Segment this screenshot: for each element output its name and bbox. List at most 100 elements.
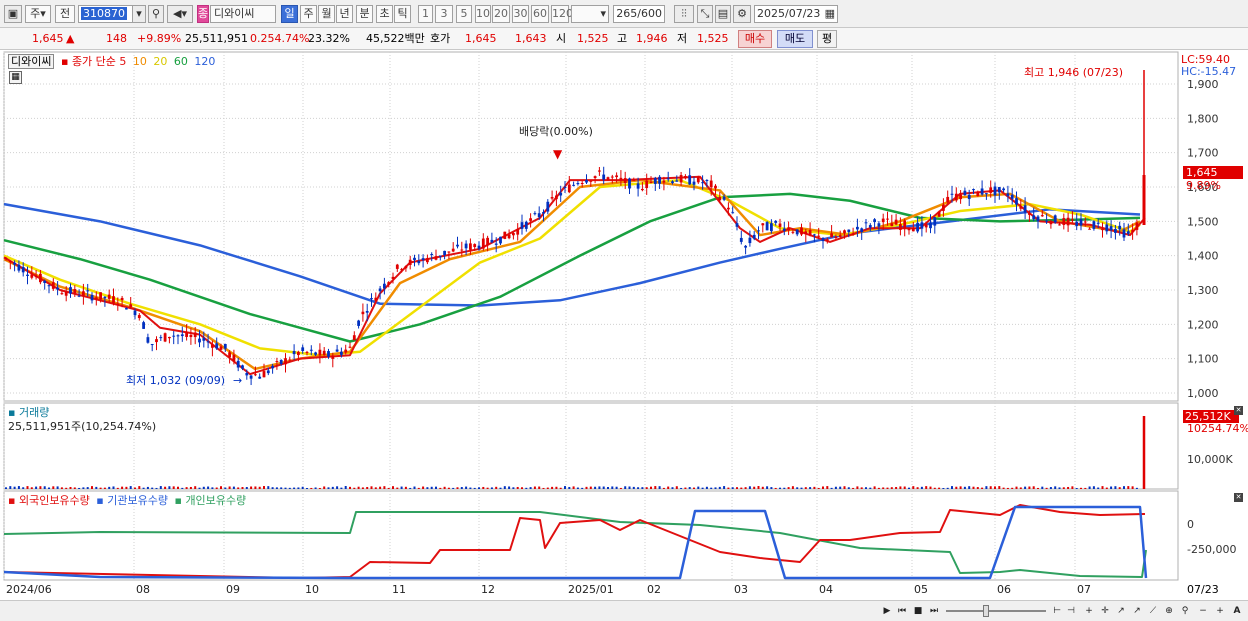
volume-bar bbox=[697, 486, 700, 489]
interval-button[interactable]: 5 bbox=[456, 5, 472, 23]
interval-button[interactable]: 30 bbox=[512, 5, 529, 23]
volume-close-icon[interactable]: ✕ bbox=[1234, 406, 1243, 415]
volume-bar bbox=[645, 487, 648, 489]
candle-body bbox=[967, 194, 971, 200]
zoom-in-icon[interactable]: ⊕ bbox=[1162, 604, 1176, 618]
candle-body bbox=[911, 227, 915, 232]
candle-body bbox=[469, 243, 472, 250]
crosshair-icon[interactable]: ✛ bbox=[1098, 604, 1112, 618]
stock-tag[interactable]: 디와이씨 bbox=[8, 54, 55, 69]
interval-button[interactable]: 120 bbox=[551, 5, 573, 23]
volume-bar bbox=[581, 487, 584, 489]
candle-body bbox=[533, 213, 537, 215]
volume-bar bbox=[822, 486, 824, 489]
candle-body bbox=[331, 355, 335, 359]
market-select[interactable]: 주▾ bbox=[25, 5, 51, 23]
low-price: 1,525 bbox=[697, 32, 729, 45]
last-price-tag: 1,645 bbox=[1186, 166, 1218, 179]
period-button[interactable]: 초 bbox=[376, 5, 393, 23]
candle-body bbox=[860, 228, 864, 233]
zoom-handle-end-icon[interactable]: ⊣ bbox=[1064, 604, 1078, 618]
zoom-slider-track[interactable] bbox=[946, 610, 1046, 612]
volume-bar bbox=[594, 486, 597, 489]
gear-icon[interactable]: ⚙ bbox=[733, 5, 751, 23]
minus-icon[interactable]: − bbox=[1196, 604, 1210, 618]
interval-custom-select[interactable]: ▾ bbox=[571, 5, 609, 23]
period-button[interactable]: 월 bbox=[318, 5, 335, 23]
ma60-label[interactable]: 60 bbox=[174, 55, 188, 68]
ma20-label[interactable]: 20 bbox=[153, 55, 167, 68]
volume-bar bbox=[791, 486, 794, 489]
line-tool-icon[interactable]: ↗ bbox=[1114, 604, 1128, 618]
candle-body bbox=[632, 179, 636, 181]
candle-type-icon[interactable]: ⫶⫶ bbox=[674, 5, 694, 23]
sell-button[interactable]: 매도 bbox=[777, 30, 813, 48]
volume-bar bbox=[555, 486, 558, 489]
average-button[interactable]: 평 bbox=[817, 30, 837, 48]
holding-close-icon[interactable]: ✕ bbox=[1234, 493, 1243, 502]
interval-button[interactable]: 60 bbox=[531, 5, 549, 23]
plus-icon[interactable]: + bbox=[1213, 604, 1227, 618]
ma5-label[interactable]: 5 bbox=[119, 55, 126, 68]
interval-button[interactable]: 10 bbox=[475, 5, 491, 23]
candle-body bbox=[34, 275, 38, 278]
candle-body bbox=[757, 230, 760, 232]
buy-button[interactable]: 매수 bbox=[738, 30, 772, 48]
calendar-icon[interactable]: ▦ bbox=[825, 6, 835, 22]
candle-body bbox=[129, 304, 133, 308]
save-icon[interactable]: ▤ bbox=[715, 5, 731, 23]
interval-button[interactable]: 3 bbox=[435, 5, 453, 23]
volume-bar bbox=[680, 487, 683, 489]
candle-body bbox=[176, 335, 180, 337]
interval-button[interactable]: 1 bbox=[418, 5, 433, 23]
line-tool-2-icon[interactable]: ↗ bbox=[1130, 604, 1144, 618]
fast-forward-icon[interactable]: ⏭ bbox=[927, 604, 941, 618]
period-button[interactable]: 틱 bbox=[394, 5, 411, 23]
volume-bar bbox=[1071, 486, 1074, 489]
candle-body bbox=[602, 174, 606, 180]
prev-button[interactable]: 전 bbox=[55, 5, 75, 23]
volume-bar bbox=[1041, 486, 1044, 489]
scroll-right-icon[interactable]: ▶ bbox=[880, 604, 894, 618]
rewind-icon[interactable]: ⏮ bbox=[895, 604, 909, 618]
candle-body bbox=[580, 182, 584, 184]
zoom-handle-icon[interactable]: ⊢ bbox=[1050, 604, 1064, 618]
zoom-slider-handle[interactable] bbox=[983, 605, 989, 617]
stock-chart[interactable]: 1,9001,8001,7001,6001,5001,4001,3001,200… bbox=[0, 50, 1248, 621]
volume-bar bbox=[529, 487, 532, 489]
x-axis-label: 11 bbox=[392, 583, 406, 596]
volume-bar bbox=[258, 486, 261, 489]
volume-bar bbox=[490, 487, 493, 489]
date-field[interactable]: 2025/07/23 ▦ bbox=[754, 5, 838, 23]
fibonacci-icon[interactable]: ⟋ bbox=[1146, 604, 1160, 618]
code-dropdown-icon[interactable]: ▾ bbox=[132, 5, 146, 23]
interval-button[interactable]: 20 bbox=[492, 5, 510, 23]
font-size-icon[interactable]: A bbox=[1230, 604, 1244, 618]
search-icon[interactable]: ⚲ bbox=[148, 5, 164, 23]
volume-bar bbox=[331, 486, 334, 489]
candle-body bbox=[856, 226, 859, 230]
chart-table-icon[interactable]: ▦ bbox=[9, 71, 22, 84]
volume-bar bbox=[1127, 486, 1130, 489]
cursor-icon[interactable]: + bbox=[1082, 604, 1096, 618]
period-button[interactable]: 일 bbox=[281, 5, 298, 23]
window-menu-icon[interactable]: ▣ bbox=[4, 5, 22, 23]
stock-name-field[interactable]: 디와이씨 bbox=[210, 5, 276, 23]
draw-tool-icon[interactable]: ⤡ bbox=[697, 5, 713, 23]
volume-bar bbox=[542, 487, 545, 489]
period-button[interactable]: 년 bbox=[336, 5, 353, 23]
stop-icon[interactable]: ■ bbox=[911, 604, 925, 618]
volume-bar bbox=[318, 487, 321, 489]
ma120-label[interactable]: 120 bbox=[194, 55, 215, 68]
volume-bar bbox=[607, 487, 609, 489]
count-field[interactable]: 265/600 bbox=[613, 5, 665, 23]
volume-y-tick: 10,000K bbox=[1187, 453, 1233, 466]
interval-dropdown-icon: ▾ bbox=[600, 7, 606, 20]
ma10-label[interactable]: 10 bbox=[133, 55, 147, 68]
volume-bar bbox=[602, 486, 605, 489]
sound-icon[interactable]: ◀▾ bbox=[167, 5, 193, 23]
period-button[interactable]: 주 bbox=[300, 5, 317, 23]
price-y-tick: 1,300 bbox=[1187, 284, 1219, 297]
period-button[interactable]: 분 bbox=[356, 5, 373, 23]
search-zoom-icon[interactable]: ⚲ bbox=[1178, 604, 1192, 618]
